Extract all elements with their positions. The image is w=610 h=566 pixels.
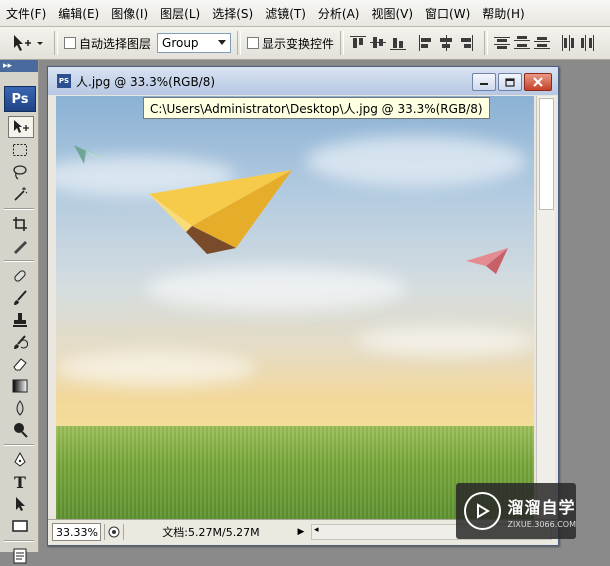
menu-edit[interactable]: 编辑(E) xyxy=(52,5,105,22)
separator xyxy=(123,524,124,540)
show-transform-label: 显示变换控件 xyxy=(262,36,335,51)
vertical-scrollbar[interactable] xyxy=(536,96,555,519)
distribute-horizontal-icon[interactable] xyxy=(580,35,597,51)
clone-stamp-tool-icon[interactable] xyxy=(8,310,32,330)
ps-document-icon: PS xyxy=(57,74,71,88)
auto-select-type-dropdown[interactable]: Group xyxy=(157,33,232,53)
auto-select-label: 自动选择图层 xyxy=(79,36,152,51)
toolbox-divider xyxy=(4,260,34,262)
minimize-icon xyxy=(480,83,488,85)
toolbox-grip[interactable]: ▸▸ xyxy=(0,60,38,72)
separator xyxy=(484,31,489,55)
maximize-icon xyxy=(505,77,515,87)
crop-tool-icon[interactable] xyxy=(8,214,32,234)
menu-filter[interactable]: 滤镜(T) xyxy=(259,5,312,22)
align-horizontal-center-icon[interactable] xyxy=(438,35,455,51)
align-bottom-icon[interactable] xyxy=(390,35,407,51)
ps-logo[interactable]: Ps xyxy=(4,86,36,112)
watermark-logo xyxy=(464,492,501,530)
marquee-tool-icon[interactable] xyxy=(8,140,32,160)
dropdown-value: Group xyxy=(162,36,199,50)
toolbox-divider xyxy=(4,444,34,446)
toolbox-divider xyxy=(4,208,34,210)
menu-analysis[interactable]: 分析(A) xyxy=(312,5,366,22)
watermark-text: 溜溜自学 xyxy=(507,497,576,517)
rectangle-tool-icon[interactable] xyxy=(8,516,32,536)
checkbox-box[interactable] xyxy=(247,37,260,49)
checkbox-box[interactable] xyxy=(64,37,76,49)
image-canvas[interactable] xyxy=(56,96,534,519)
blur-tool-icon[interactable] xyxy=(8,398,32,418)
notes-tool-icon[interactable] xyxy=(8,546,32,566)
move-tool-icon[interactable] xyxy=(8,116,34,138)
align-left-icon[interactable] xyxy=(418,35,435,51)
pen-tool-icon[interactable] xyxy=(8,450,32,470)
toolbox-divider xyxy=(4,540,34,542)
document-size-info: 文档:5.27M/5.27M xyxy=(162,526,260,539)
status-timer-icon[interactable] xyxy=(108,526,120,538)
watermark-url: ZIXUE.3066.COM xyxy=(507,519,576,529)
options-bar: 自动选择图层 Group 显示变换控件 xyxy=(0,27,610,60)
path-tooltip: C:\Users\Administrator\Desktop\人.jpg @ 3… xyxy=(143,97,490,119)
history-brush-tool-icon[interactable] xyxy=(8,332,32,352)
align-top-icon[interactable] xyxy=(350,35,367,51)
separator xyxy=(340,31,345,55)
toolbox: ▸▸ Ps T xyxy=(0,60,39,564)
small-green-plane xyxy=(74,145,106,164)
distribute-bottom-icon[interactable] xyxy=(534,35,551,51)
minimize-button[interactable] xyxy=(472,73,496,91)
scroll-left-icon[interactable]: ◂ xyxy=(314,525,319,535)
lasso-tool-icon[interactable] xyxy=(8,162,32,182)
align-buttons xyxy=(350,35,478,51)
menu-help[interactable]: 帮助(H) xyxy=(476,5,530,22)
menu-window[interactable]: 窗口(W) xyxy=(419,5,476,22)
yellow-paper-plane xyxy=(149,170,292,254)
healing-brush-tool-icon[interactable] xyxy=(8,266,32,286)
play-icon xyxy=(477,503,491,519)
watermark: 溜溜自学 ZIXUE.3066.COM xyxy=(456,483,576,539)
brush-tool-icon[interactable] xyxy=(8,288,32,308)
chevron-down-icon xyxy=(218,40,227,45)
distribute-top-icon[interactable] xyxy=(494,35,511,51)
align-vertical-center-icon[interactable] xyxy=(370,35,387,51)
distribute-center-icon[interactable] xyxy=(514,35,531,51)
show-transform-checkbox[interactable]: 显示变换控件 xyxy=(247,35,334,52)
document-title-bar[interactable]: PS 人.jpg @ 33.3%(RGB/8) xyxy=(48,67,558,95)
auto-select-checkbox[interactable]: 自动选择图层 xyxy=(64,35,151,52)
distribute-left-icon[interactable] xyxy=(560,35,577,51)
document-window: PS 人.jpg @ 33.3%(RGB/8) 33.33% 文档:5.27M/… xyxy=(47,66,559,546)
separator xyxy=(237,31,242,55)
document-title: 人.jpg @ 33.3%(RGB/8) xyxy=(76,74,216,89)
path-selection-tool-icon[interactable] xyxy=(8,494,32,514)
slice-tool-icon[interactable] xyxy=(8,236,32,256)
status-menu-arrow-icon[interactable]: ▶ xyxy=(295,527,307,537)
distribute-buttons xyxy=(494,35,600,51)
move-tool-icon xyxy=(14,35,43,51)
close-icon xyxy=(533,77,543,87)
eraser-tool-icon[interactable] xyxy=(8,354,32,374)
menu-bar: 文件(F) 编辑(E) 图像(I) 图层(L) 选择(S) 滤镜(T) 分析(A… xyxy=(0,0,610,27)
gradient-tool-icon[interactable] xyxy=(8,376,32,396)
separator xyxy=(54,31,58,55)
paper-planes xyxy=(74,145,508,274)
separator xyxy=(104,524,105,540)
maximize-button[interactable] xyxy=(498,73,522,91)
close-button[interactable] xyxy=(524,73,552,91)
type-tool-icon[interactable]: T xyxy=(8,472,32,492)
menu-view[interactable]: 视图(V) xyxy=(365,5,419,22)
magic-wand-tool-icon[interactable] xyxy=(8,184,32,204)
menu-image[interactable]: 图像(I) xyxy=(105,5,154,22)
tool-preset-picker[interactable] xyxy=(8,30,48,56)
small-pink-plane xyxy=(466,248,508,274)
menu-layer[interactable]: 图层(L) xyxy=(154,5,206,22)
menu-file[interactable]: 文件(F) xyxy=(0,5,52,22)
align-right-icon[interactable] xyxy=(458,35,475,51)
dodge-tool-icon[interactable] xyxy=(8,420,32,440)
zoom-field[interactable]: 33.33% xyxy=(52,523,101,541)
scrollbar-thumb[interactable] xyxy=(539,98,554,210)
menu-select[interactable]: 选择(S) xyxy=(206,5,259,22)
